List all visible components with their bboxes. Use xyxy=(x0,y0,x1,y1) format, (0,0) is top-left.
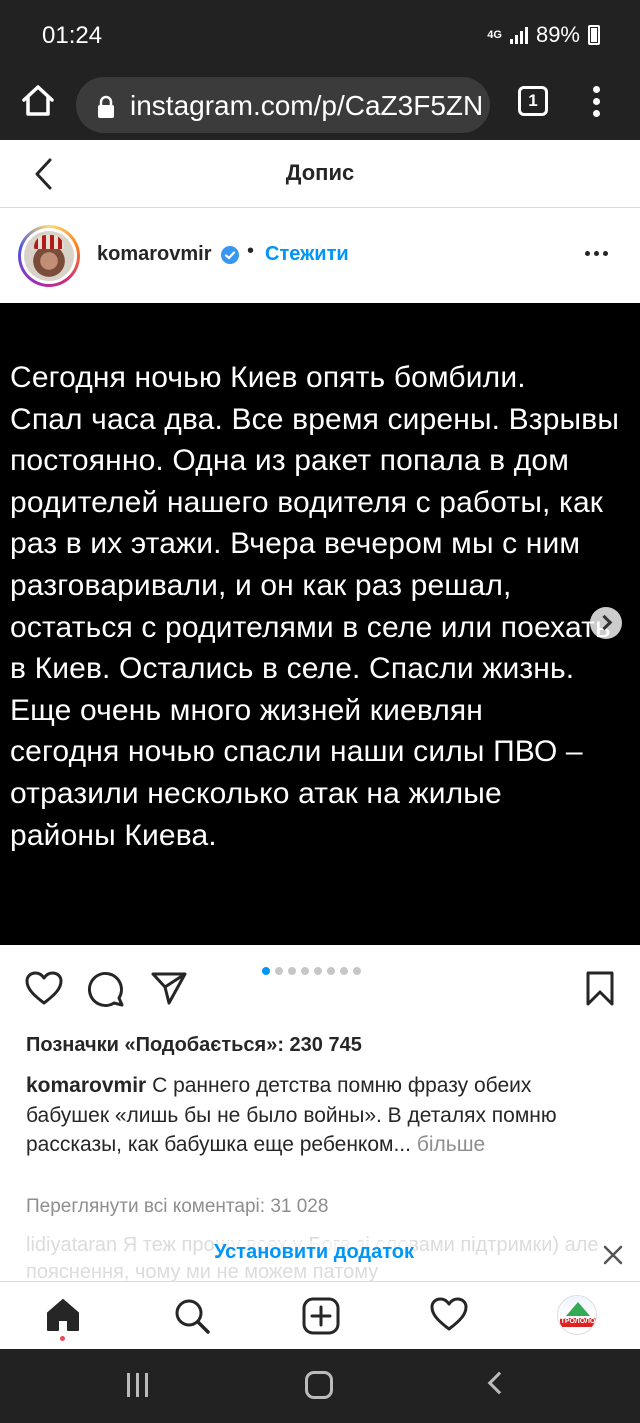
install-app-button[interactable]: Установити додаток xyxy=(214,1241,414,1264)
page-header: Допис xyxy=(0,140,640,208)
battery-level: 89% xyxy=(535,22,580,47)
caption-username[interactable]: komarovmir xyxy=(26,1074,146,1097)
new-post-icon[interactable] xyxy=(301,1296,341,1336)
heart-icon[interactable] xyxy=(429,1296,469,1332)
battery-icon xyxy=(588,25,600,45)
author-username[interactable]: komarovmir xyxy=(97,243,212,266)
separator-bullet: • xyxy=(247,240,255,262)
post-image[interactable]: Сегодня ночью Киев опять бомбили. Спал ч… xyxy=(0,303,640,945)
profile-avatar-label: ТРОЛОЛО xyxy=(560,1318,596,1325)
browser-toolbar: instagram.com/p/CaZ3F5ZN 1 xyxy=(0,70,640,140)
heart-icon[interactable] xyxy=(24,970,64,1006)
image-text-line: районы Киева. xyxy=(10,818,217,852)
post-actions xyxy=(0,945,640,1030)
image-text-line: отразили несколько атак на жилые xyxy=(10,776,502,810)
system-back-button[interactable] xyxy=(487,1371,511,1395)
post-options-button[interactable] xyxy=(585,251,608,256)
view-all-comments-link[interactable]: Переглянути всі коментарі: 31 028 xyxy=(26,1196,328,1218)
profile-avatar[interactable]: ТРОЛОЛО xyxy=(557,1295,597,1335)
carousel-dot xyxy=(340,967,348,975)
home-icon xyxy=(22,85,54,116)
network-type: 4G xyxy=(487,29,502,41)
carousel-indicator xyxy=(262,967,361,975)
recent-apps-button[interactable] xyxy=(127,1373,148,1397)
image-text-line: родителей нашего водителя с работы, как xyxy=(10,485,604,519)
image-text-line: сегодня ночью спасли наши силы ПВО – xyxy=(10,735,583,769)
bottom-navigation: ТРОЛОЛО xyxy=(0,1281,640,1349)
image-text-line: раз в их этажи. Вчера вечером мы с ним xyxy=(10,527,581,561)
post-caption: komarovmir С раннего детства помню фразу… xyxy=(26,1071,616,1160)
image-text-line: в Киев. Остались в селе. Спасли жизнь. xyxy=(10,652,575,686)
carousel-dot xyxy=(301,967,309,975)
install-app-banner: lidiyataran Я теж прошу всех у Бога зі с… xyxy=(0,1228,640,1281)
address-bar[interactable]: instagram.com/p/CaZ3F5ZN xyxy=(76,77,490,133)
page-title: Допис xyxy=(285,160,355,185)
system-home-button[interactable] xyxy=(305,1371,333,1399)
url-text: instagram.com/p/CaZ3F5ZN xyxy=(130,90,484,121)
image-text-line: разговаривали, и он как раз решал, xyxy=(10,568,512,602)
lock-icon xyxy=(98,95,114,118)
image-text-line: Спал часа два. Все время сирены. Взрывы xyxy=(10,402,620,436)
status-indicators: 4G 89% xyxy=(487,22,600,48)
bookmark-icon[interactable] xyxy=(584,970,616,1008)
caption-more-link[interactable]: більше xyxy=(417,1133,485,1156)
tab-switcher-button[interactable]: 1 xyxy=(518,86,548,116)
notification-dot xyxy=(60,1336,65,1341)
carousel-dot xyxy=(275,967,283,975)
search-icon[interactable] xyxy=(172,1296,212,1336)
carousel-dot xyxy=(353,967,361,975)
carousel-dot xyxy=(262,967,270,975)
image-text-line: Еще очень много жизней киевлян xyxy=(10,693,483,727)
comment-icon[interactable] xyxy=(86,970,126,1008)
send-icon[interactable] xyxy=(150,970,188,1006)
browser-menu-button[interactable] xyxy=(590,82,602,126)
image-text-line: Сегодня ночью Киев опять бомбили. xyxy=(10,361,526,394)
system-navigation-bar xyxy=(0,1349,640,1423)
post-author-row: komarovmir • Стежити xyxy=(0,209,640,303)
post-image-text: Сегодня ночью Киев опять бомбили. Спал ч… xyxy=(10,357,640,856)
image-text-line: постоянно. Одна из ракет попала в дом xyxy=(10,444,569,478)
status-time: 01:24 xyxy=(42,22,103,49)
signal-icon xyxy=(509,26,528,44)
image-text-line: остаться с родителями в селе или поехать xyxy=(10,610,611,644)
carousel-dot xyxy=(314,967,322,975)
author-avatar[interactable] xyxy=(18,225,80,287)
browser-home-button[interactable] xyxy=(20,80,60,130)
status-bar: 01:24 4G 89% xyxy=(0,0,640,70)
follow-button[interactable]: Стежити xyxy=(265,243,349,266)
carousel-dot xyxy=(327,967,335,975)
like-count[interactable]: Позначки «Подобається»: 230 745 xyxy=(26,1034,362,1057)
close-icon[interactable] xyxy=(600,1242,626,1268)
verified-badge-icon xyxy=(221,246,239,264)
carousel-next-button[interactable] xyxy=(590,607,622,639)
carousel-dot xyxy=(288,967,296,975)
home-icon[interactable] xyxy=(44,1296,82,1334)
